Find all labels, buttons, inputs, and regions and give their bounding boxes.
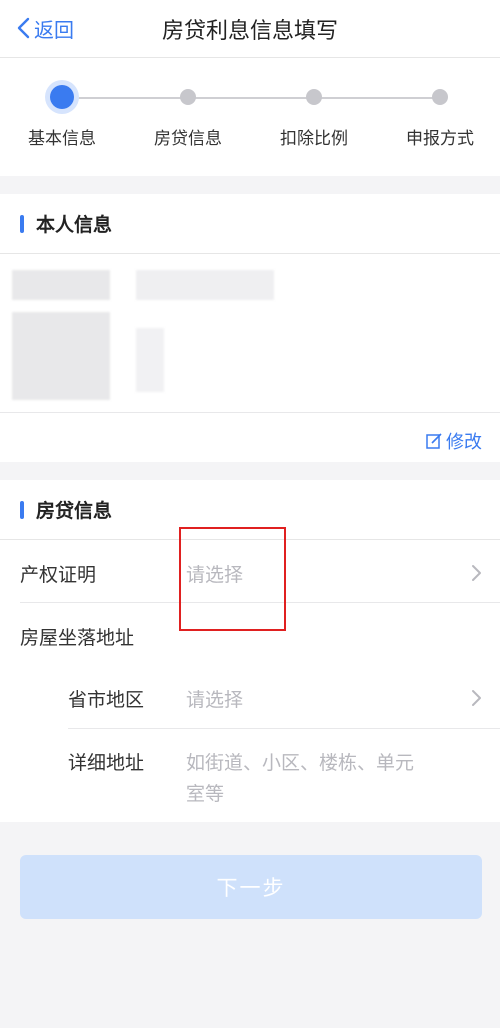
step-label-4: 申报方式 [406,129,474,149]
step-dot-2 [180,89,196,105]
divider [68,728,500,729]
redacted-field [12,270,110,300]
personal-info-section: 本人信息 修改 [0,194,500,462]
divider [0,412,500,413]
chevron-right-icon [472,690,481,706]
edit-button[interactable]: 修改 [425,428,482,454]
step-dot-3 [306,89,322,105]
step-dot-4 [432,89,448,105]
house-address-label: 房屋坐落地址 [20,627,135,649]
property-cert-label: 产权证明 [20,564,97,586]
step-label-1: 基本信息 [28,129,96,149]
nav-bar: 返回 房贷利息信息填写 [0,0,500,58]
page-title: 房贷利息信息填写 [161,19,338,44]
detail-address-label: 详细地址 [68,752,145,774]
section-accent-bar [20,501,24,519]
section-accent-bar [20,215,24,233]
next-step-button[interactable]: 下一步 [20,855,482,919]
loan-info-title: 房贷信息 [36,500,113,522]
chevron-right-icon [472,565,481,581]
step-label-3: 扣除比例 [280,129,348,149]
personal-info-header: 本人信息 [0,194,500,254]
personal-info-title: 本人信息 [36,214,113,236]
redacted-field [12,312,110,400]
step-dot-1 [50,85,74,109]
progress-stepper: 基本信息 房贷信息 扣除比例 申报方式 [0,58,500,176]
edit-label: 修改 [446,432,482,453]
region-label: 省市地区 [68,689,145,711]
redacted-field [136,270,274,300]
detail-address-placeholder-line2: 室等 [186,783,225,805]
step-label-2: 房贷信息 [154,129,222,149]
detail-address-placeholder-line1: 如街道、小区、楼栋、单元 [186,752,415,774]
stepper-track [62,97,440,99]
region-select[interactable]: 请选择 [186,685,243,712]
edit-icon [426,433,442,449]
highlight-box [179,527,286,631]
redacted-field [136,328,164,392]
